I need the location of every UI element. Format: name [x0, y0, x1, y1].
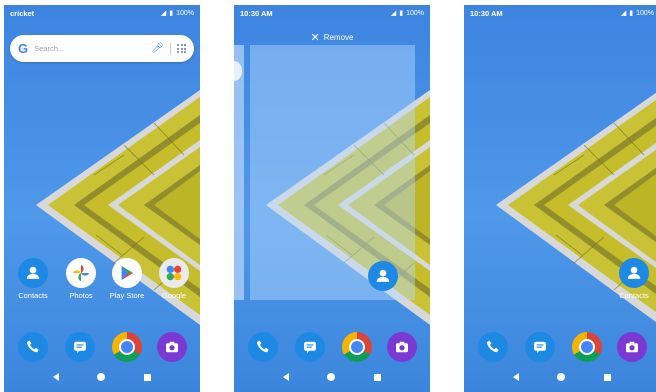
home-icon[interactable] — [97, 373, 106, 381]
camera-app-icon[interactable] — [617, 332, 647, 362]
chrome-app-icon[interactable] — [342, 332, 372, 362]
phone-app-icon[interactable] — [18, 332, 48, 362]
navigation-bar — [4, 362, 200, 392]
back-icon[interactable] — [283, 373, 290, 381]
google-folder-icon — [159, 258, 189, 288]
signal-icon: ◢ — [390, 10, 397, 17]
clock: 10:30 AM — [240, 8, 273, 18]
camera-app-icon[interactable] — [387, 332, 417, 362]
photos-icon — [66, 258, 96, 288]
messages-app-icon[interactable] — [65, 332, 95, 362]
chrome-app-icon[interactable] — [572, 332, 602, 362]
drag-to-remove-screen: 10:30 AM ◢ ▮ 100% ✕ Remove — [234, 5, 430, 392]
battery-icon: ▮ — [399, 10, 404, 17]
app-label: Google — [161, 291, 187, 300]
mic-icon[interactable]: 🎤︎ — [151, 43, 164, 54]
messages-app-icon[interactable] — [295, 332, 325, 362]
app-google-folder[interactable]: Google — [154, 258, 194, 300]
battery-percent: 100% — [406, 9, 424, 17]
back-icon[interactable] — [53, 373, 60, 381]
battery-percent: 100% — [636, 9, 654, 17]
app-label: Contacts — [619, 291, 649, 300]
status-bar: cricket ◢ ▮ 100% — [4, 5, 200, 21]
app-label: Photos — [69, 291, 93, 300]
app-label: Play Store — [109, 291, 145, 300]
home-icon[interactable] — [327, 373, 336, 381]
dragged-contacts-icon[interactable] — [368, 261, 398, 291]
app-play-store[interactable]: Play Store — [107, 258, 147, 300]
remove-label: Remove — [323, 33, 354, 42]
app-contacts[interactable]: Contacts — [13, 258, 53, 300]
battery-percent: 100% — [176, 9, 194, 17]
camera-app-icon[interactable] — [157, 332, 187, 362]
recents-icon[interactable] — [603, 373, 611, 381]
navigation-bar — [234, 362, 430, 392]
battery-icon: ▮ — [169, 10, 174, 17]
clock: 10:30 AM — [470, 8, 503, 18]
home-screen-after: 10:30 AM ◢ ▮ 100% Contacts — [464, 5, 656, 392]
contacts-icon — [619, 258, 649, 288]
app-drawer-grid-icon[interactable] — [177, 44, 186, 53]
contacts-icon — [18, 258, 48, 288]
status-bar: 10:30 AM ◢ ▮ 100% — [464, 5, 656, 21]
recents-icon[interactable] — [143, 373, 151, 381]
status-bar: 10:30 AM ◢ ▮ 100% — [234, 5, 430, 21]
recents-icon[interactable] — [373, 373, 381, 381]
phone-app-icon[interactable] — [248, 332, 278, 362]
divider — [170, 42, 171, 55]
adjacent-page-preview — [234, 45, 244, 300]
search-placeholder: Search... — [34, 44, 65, 53]
phone-app-icon[interactable] — [478, 332, 508, 362]
home-page-drop-area[interactable] — [250, 45, 415, 300]
signal-icon: ◢ — [620, 10, 627, 17]
play-store-icon — [112, 258, 142, 288]
close-icon: ✕ — [310, 32, 320, 44]
home-screen: cricket ◢ ▮ 100% G Search... 🎤︎ Contacts — [4, 5, 200, 392]
home-icon[interactable] — [557, 373, 566, 381]
app-label: Contacts — [18, 291, 48, 300]
google-logo-icon: G — [18, 41, 29, 56]
app-contacts[interactable]: Contacts — [614, 258, 654, 300]
navigation-bar — [464, 362, 656, 392]
back-icon[interactable] — [513, 373, 520, 381]
chrome-app-icon[interactable] — [112, 332, 142, 362]
google-search-bar[interactable]: G Search... 🎤︎ — [10, 35, 194, 62]
battery-icon: ▮ — [629, 10, 634, 17]
signal-icon: ◢ — [160, 10, 167, 17]
messages-app-icon[interactable] — [525, 332, 555, 362]
carrier-label: cricket — [10, 8, 35, 18]
remove-drop-target[interactable]: ✕ Remove — [234, 31, 430, 44]
app-photos[interactable]: Photos — [61, 258, 101, 300]
